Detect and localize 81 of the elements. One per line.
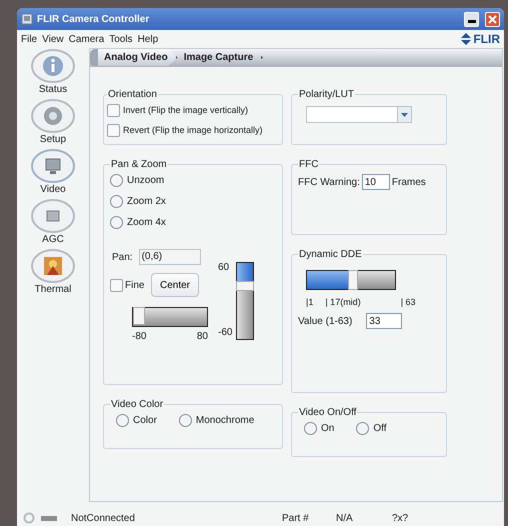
slider-thumb[interactable]	[348, 270, 358, 290]
unit-label: Frames	[392, 176, 426, 188]
checkbox-label: Invert (Flip the image vertically)	[123, 105, 248, 115]
dde-slider[interactable]	[306, 270, 396, 290]
horizontal-slider[interactable]	[132, 307, 208, 327]
pan-label: Pan:	[112, 252, 133, 262]
group-title: FFC	[298, 159, 320, 170]
group-title: Polarity/LUT	[298, 89, 356, 100]
value-label: Value (1-63)	[298, 316, 352, 326]
menu-item[interactable]: File	[21, 34, 38, 44]
ffc-warning-field[interactable]: 10	[362, 174, 390, 190]
slider-max-label: 60	[218, 262, 230, 273]
tab[interactable]: Analog Video	[98, 49, 178, 66]
app-icon	[21, 13, 33, 25]
minimize-button[interactable]	[464, 12, 479, 26]
logo: FLIR	[461, 32, 500, 46]
checkbox-label: Revert (Flip the image horizontally)	[123, 125, 263, 135]
slider-max-label: 80	[196, 331, 208, 342]
radio-label: On	[321, 423, 334, 434]
slider-thumb[interactable]	[236, 281, 254, 292]
tick-label: |1	[306, 297, 314, 307]
connection-status: NotConnected	[71, 512, 136, 524]
checkbox-label: Fine	[125, 280, 146, 290]
checkbox[interactable]	[107, 124, 120, 136]
ffc-warning-label: FFC Warning:	[298, 176, 360, 188]
group-title: Dynamic DDE	[298, 249, 363, 260]
menu-item[interactable]: Tools	[109, 34, 133, 44]
radio-label: Zoom 4x	[127, 217, 166, 228]
group-title: Pan & Zoom	[110, 159, 168, 170]
value-field[interactable]: 33	[366, 313, 402, 329]
pan-field: (0,6)	[138, 249, 201, 265]
part-label: Part #	[282, 512, 310, 524]
dropdown-arrow-icon	[401, 112, 408, 116]
radio-button[interactable]	[178, 414, 192, 427]
sidebar-item[interactable]: Thermal	[30, 248, 76, 295]
minimize-icon	[468, 20, 476, 22]
radio-button[interactable]	[116, 414, 129, 427]
group-title: Video Color	[110, 399, 164, 410]
radio-button[interactable]	[110, 195, 123, 208]
connection-bar-icon	[41, 516, 57, 520]
group-title: Orientation	[107, 89, 158, 100]
info-icon	[30, 48, 76, 84]
close-button[interactable]	[485, 12, 500, 26]
gear-icon	[30, 98, 76, 134]
sidebar-item[interactable]: AGC	[30, 198, 76, 245]
radio-label: Off	[373, 423, 386, 434]
sidebar-item[interactable]: Status	[30, 48, 76, 95]
thermal-image-icon	[30, 248, 76, 284]
sidebar-item[interactable]: Video	[30, 148, 76, 195]
dropdown[interactable]	[306, 106, 412, 123]
menu-item[interactable]: View	[42, 34, 64, 44]
radio-label: Unzoom	[127, 175, 164, 186]
menu-item[interactable]: Help	[138, 34, 158, 44]
logo-icon	[461, 33, 472, 45]
slider-min-label: -80	[132, 331, 146, 342]
monitor-icon	[30, 148, 76, 184]
tick-label: | 17(mid)	[325, 297, 361, 307]
radio-button[interactable]	[356, 422, 370, 435]
radio-button[interactable]	[110, 174, 123, 187]
tick-label: | 63	[400, 297, 416, 307]
radio-button[interactable]	[110, 216, 123, 229]
window-title: FLIR Camera Controller	[37, 14, 150, 24]
checkbox[interactable]	[110, 278, 123, 292]
radio-button[interactable]	[304, 422, 317, 435]
slider-min-label: -60	[218, 327, 232, 338]
tab-strip-cap	[90, 49, 98, 66]
part-value: N/A	[336, 512, 354, 524]
slider-thumb[interactable]	[133, 307, 145, 325]
menu-item[interactable]: Camera	[68, 34, 104, 44]
sidebar-item[interactable]: Setup	[30, 98, 76, 145]
radio-label: Monochrome	[196, 415, 254, 426]
tab[interactable]: Image Capture	[178, 49, 264, 66]
radio-label: Zoom 2x	[127, 196, 166, 207]
spinner-icon	[23, 512, 35, 524]
checkbox[interactable]	[107, 104, 120, 116]
image-size: ?x?	[392, 512, 408, 524]
group-title: Video On/Off	[298, 407, 358, 418]
radio-label: Color	[133, 415, 157, 426]
center-button[interactable]: Center	[151, 273, 200, 297]
close-icon	[488, 14, 497, 24]
vertical-slider[interactable]	[236, 262, 254, 340]
